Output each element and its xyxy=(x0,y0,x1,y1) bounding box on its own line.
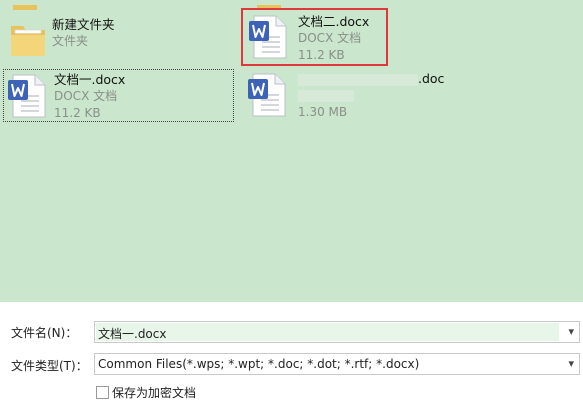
file-name: 新建文件夹 xyxy=(52,17,115,32)
encrypt-label: 保存为加密文档 xyxy=(112,386,197,400)
encrypt-checkbox[interactable] xyxy=(96,386,109,399)
chevron-down-icon[interactable]: ▾ xyxy=(568,325,574,338)
word-doc-icon xyxy=(248,15,288,59)
filetype-value: Common Files(*.wps; *.wpt; *.doc; *.dot;… xyxy=(98,357,420,371)
word-doc-icon xyxy=(247,73,287,117)
file-name: 文档二.docx xyxy=(298,14,370,29)
file-name: .doc xyxy=(418,71,445,86)
partial-item-top-left xyxy=(10,0,40,10)
filename-value: 文档一.docx xyxy=(98,327,167,341)
partial-item-top-middle xyxy=(254,0,284,10)
filename-label: 文件名(N)： xyxy=(11,326,78,340)
file-size: 1.30 MB xyxy=(298,105,348,119)
file-item-doc-blurred[interactable]: .doc 1.30 MB xyxy=(244,69,474,122)
filetype-select[interactable]: Common Files(*.wps; *.wpt; *.doc; *.dot;… xyxy=(94,353,580,375)
file-size: 11.2 KB xyxy=(298,48,345,62)
filetype-label: 文件类型(T)： xyxy=(11,359,88,373)
chevron-down-icon[interactable]: ▾ xyxy=(568,357,574,370)
file-list-pane: 新建文件夹 文件夹 文档二.docx DOCX 文档 11.2 KB 文档一.d… xyxy=(0,0,583,302)
blurred-filename-mask xyxy=(298,73,418,86)
file-name: 文档一.docx xyxy=(54,72,126,87)
file-type: DOCX 文档 xyxy=(298,31,362,45)
word-doc-icon xyxy=(7,74,47,118)
folder-icon xyxy=(8,16,48,60)
file-size: 11.2 KB xyxy=(54,106,101,120)
file-type: 文件夹 xyxy=(52,34,89,48)
save-dialog-form: 文件名(N)： 文档一.docx ▾ 文件类型(T)： Common Files… xyxy=(0,302,583,401)
blurred-filetype-mask xyxy=(298,89,354,102)
file-item-doc1[interactable]: 文档一.docx DOCX 文档 11.2 KB xyxy=(3,69,234,122)
filename-input[interactable]: 文档一.docx ▾ xyxy=(94,321,580,343)
file-item-doc2[interactable]: 文档二.docx DOCX 文档 11.2 KB xyxy=(241,8,388,66)
file-type: DOCX 文档 xyxy=(54,89,118,103)
file-item-folder[interactable]: 新建文件夹 文件夹 xyxy=(2,10,202,62)
